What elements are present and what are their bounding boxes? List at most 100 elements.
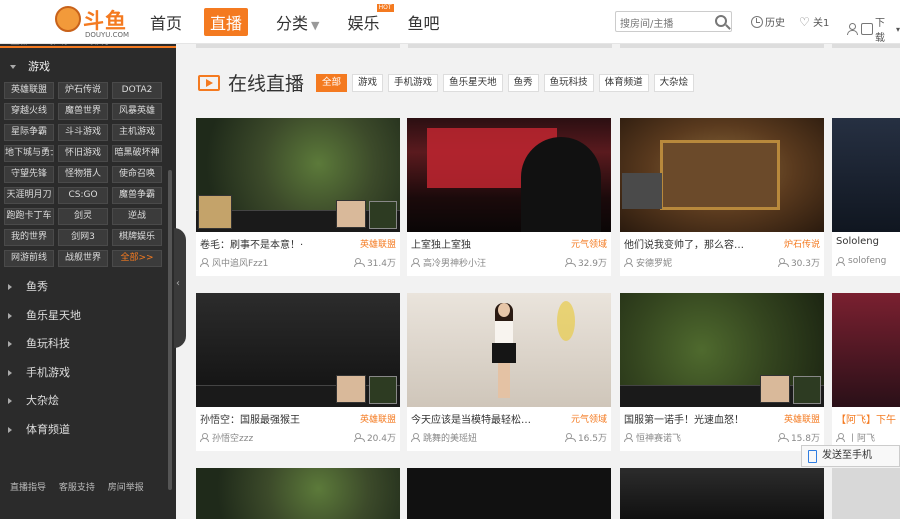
filter-tag[interactable]: 鱼玩科技 — [543, 73, 594, 92]
room-category[interactable]: 元气领域 — [571, 237, 607, 250]
game-tag[interactable]: 逆战 — [112, 208, 162, 225]
room-title[interactable]: 他们说我变帅了，那么容… — [624, 236, 764, 251]
room-category[interactable]: 炉石传说 — [784, 237, 820, 250]
room-title[interactable]: 卷毛：刷事不是本意！· — [200, 236, 340, 251]
live-room-card[interactable]: 上室独上室独 元气领域 高冷男神秒小汪 32.9万 — [407, 118, 611, 276]
room-title[interactable]: 孙悟空：国服最强猴王 — [200, 411, 340, 426]
game-tag[interactable]: 穿越火线 — [4, 103, 54, 120]
room-title[interactable]: 【阿飞】下午 — [836, 411, 900, 426]
filter-tag[interactable]: 游戏 — [352, 73, 384, 92]
filter-tag[interactable]: 鱼乐星天地 — [443, 73, 503, 92]
live-room-card[interactable]: 孙悟空：国服最强猴王 英雄联盟 孙悟空zzz 20.4万 — [196, 293, 400, 451]
live-room-card[interactable]: 他们说我变帅了，那么容… 炉石传说 安德罗妮 30.3万 — [620, 118, 824, 276]
sidebar-item-category[interactable]: 大杂烩 — [0, 387, 176, 416]
follow-button[interactable]: ♡ 关1 — [799, 14, 829, 30]
game-tag[interactable]: 炉石传说 — [58, 82, 108, 99]
stream-thumbnail[interactable] — [620, 468, 824, 519]
stream-thumbnail[interactable] — [832, 468, 900, 519]
live-room-card[interactable]: 国服第一诺手！光速血怒！ 英雄联盟 恒神赛诺飞 15.8万 — [620, 293, 824, 451]
room-title[interactable]: 国服第一诺手！光速血怒！ — [624, 411, 764, 426]
game-tag-all[interactable]: 全部>> — [112, 250, 162, 267]
footer-link[interactable]: 直播指导 — [10, 483, 46, 493]
game-tag[interactable]: 主机游戏 — [112, 124, 162, 141]
douyu-logo[interactable]: 斗鱼 DOUYU.COM — [55, 4, 129, 40]
search-icon[interactable] — [715, 15, 727, 27]
filter-tag-all[interactable]: 全部 — [316, 73, 348, 92]
game-tag[interactable]: 使命召唤 — [112, 166, 162, 183]
game-tag[interactable]: 暗黑破坏神 — [112, 145, 162, 162]
game-tag[interactable]: 跑跑卡丁车 — [4, 208, 54, 225]
game-tag[interactable]: 怀旧游戏 — [58, 145, 108, 162]
room-category[interactable]: 元气领域 — [571, 412, 607, 425]
view-count: 31.4万 — [366, 259, 396, 269]
sidebar-item-category[interactable]: 鱼秀 — [0, 273, 176, 302]
caret-right-icon — [8, 341, 12, 347]
sidebar-collapse-handle[interactable] — [174, 228, 186, 348]
game-tag[interactable]: 棋牌娱乐 — [112, 229, 162, 246]
stream-thumbnail[interactable] — [407, 118, 611, 232]
game-tag[interactable]: 地下城与勇士 — [4, 145, 54, 162]
game-tag[interactable]: 网游前线 — [4, 250, 54, 267]
room-category[interactable]: 英雄联盟 — [784, 412, 820, 425]
sidebar-games-header[interactable]: 游戏 — [0, 54, 176, 80]
stream-thumbnail[interactable] — [407, 293, 611, 407]
live-room-card[interactable]: 今天应该是当模特最轻松… 元气领域 跳舞的美瑶妞 16.5万 — [407, 293, 611, 451]
game-tag[interactable]: 魔兽世界 — [58, 103, 108, 120]
game-tag[interactable]: 风暴英雄 — [112, 103, 162, 120]
game-tag[interactable]: 星际争霸 — [4, 124, 54, 141]
search-input[interactable] — [616, 15, 711, 34]
game-tag[interactable]: 剑网3 — [58, 229, 108, 246]
stream-thumbnail[interactable] — [832, 293, 900, 407]
stream-thumbnail[interactable] — [620, 293, 824, 407]
nav-entertainment[interactable]: 娱乐 HOT — [348, 4, 394, 34]
filter-tag[interactable]: 鱼秀 — [507, 73, 539, 92]
game-tag[interactable]: 英雄联盟 — [4, 82, 54, 99]
game-tag[interactable]: 战舰世界 — [58, 250, 108, 267]
nav-fishbar[interactable]: 鱼吧 — [408, 10, 440, 34]
download-icon — [861, 23, 873, 35]
game-tag[interactable]: 剑灵 — [58, 208, 108, 225]
room-title[interactable]: 今天应该是当模特最轻松… — [411, 411, 551, 426]
stream-thumbnail[interactable] — [196, 468, 400, 519]
send-to-phone-button[interactable]: 发送至手机 — [801, 445, 900, 467]
room-category[interactable]: 英雄联盟 — [360, 237, 396, 250]
user-button[interactable]: 下载 ▾ — [846, 14, 900, 44]
game-tag[interactable]: 魔兽争霸 — [112, 187, 162, 204]
live-room-card[interactable]: 卷毛：刷事不是本意！· 英雄联盟 风中追风Fzz1 31.4万 — [196, 118, 400, 276]
room-title[interactable]: Sololeng — [836, 236, 900, 247]
sidebar-item-category[interactable]: 体育频道 — [0, 416, 176, 445]
stream-thumbnail[interactable] — [832, 118, 900, 232]
live-room-card[interactable] — [407, 468, 611, 519]
nav-home[interactable]: 首页 — [150, 10, 182, 34]
game-tag[interactable]: 天涯明月刀 — [4, 187, 54, 204]
stream-thumbnail[interactable] — [196, 118, 400, 232]
stream-thumbnail[interactable] — [620, 118, 824, 232]
live-room-card[interactable] — [196, 468, 400, 519]
game-tag[interactable]: DOTA2 — [112, 82, 162, 99]
game-tag[interactable]: 怪物猎人 — [58, 166, 108, 183]
live-room-card[interactable]: 【阿飞】下午 丨阿飞 — [832, 293, 900, 451]
room-title[interactable]: 上室独上室独 — [411, 236, 551, 251]
game-tag[interactable]: CS:GO — [58, 187, 108, 204]
stream-thumbnail[interactable] — [407, 468, 611, 519]
filter-tag[interactable]: 大杂烩 — [653, 73, 695, 92]
footer-link[interactable]: 客服支持 — [59, 483, 95, 493]
game-tag[interactable]: 我的世界 — [4, 229, 54, 246]
live-room-card[interactable]: Sololeng solofeng — [832, 118, 900, 276]
sidebar-scrollbar[interactable] — [168, 170, 172, 490]
live-room-card[interactable] — [620, 468, 824, 519]
sidebar-item-category[interactable]: 手机游戏 — [0, 359, 176, 388]
filter-tag[interactable]: 体育频道 — [598, 73, 649, 92]
footer-link[interactable]: 房间举报 — [108, 483, 144, 493]
game-tag[interactable]: 守望先锋 — [4, 166, 54, 183]
sidebar-item-category[interactable]: 鱼玩科技 — [0, 330, 176, 359]
sidebar-item-category[interactable]: 鱼乐星天地 — [0, 302, 176, 331]
history-button[interactable]: 历史 — [751, 14, 785, 29]
game-tag[interactable]: 斗斗游戏 — [58, 124, 108, 141]
stream-thumbnail[interactable] — [196, 293, 400, 407]
room-category[interactable]: 英雄联盟 — [360, 412, 396, 425]
nav-live[interactable]: 直播 — [204, 8, 249, 36]
live-room-card[interactable] — [832, 468, 900, 519]
filter-tag[interactable]: 手机游戏 — [388, 73, 439, 92]
nav-category[interactable]: 分类 ▼ — [276, 10, 319, 34]
